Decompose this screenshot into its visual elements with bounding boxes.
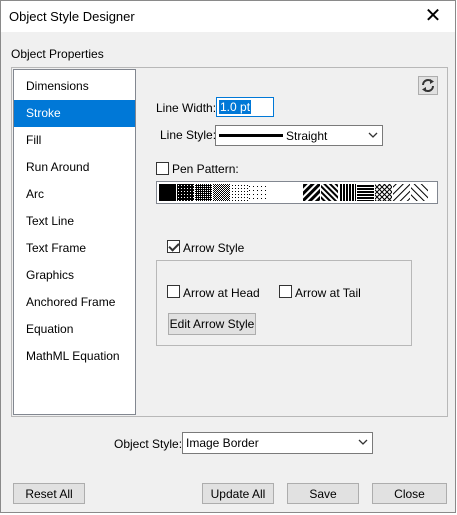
close-icon[interactable]: ✕ — [419, 4, 447, 28]
pen-pattern-label: Pen Pattern: — [172, 162, 239, 176]
object-style-label: Object Style: — [114, 437, 183, 451]
refresh-icon[interactable] — [418, 76, 438, 95]
arrow-at-tail-checkbox[interactable] — [279, 285, 292, 298]
arrow-at-head-label: Arrow at Head — [183, 286, 260, 300]
object-style-value: Image Border — [186, 436, 259, 450]
sidebar: Dimensions Stroke Fill Run Around Arc Te… — [13, 69, 136, 415]
chevron-down-icon — [368, 132, 378, 138]
pen-pattern-swatches — [159, 184, 428, 201]
sidebar-item-stroke[interactable]: Stroke — [14, 100, 135, 127]
arrow-style-group: Arrow at Head Arrow at Tail Edit Arrow S… — [156, 260, 412, 346]
sidebar-item-anchored-frame[interactable]: Anchored Frame — [14, 289, 135, 316]
title-bar: Object Style Designer ✕ — [1, 1, 455, 32]
sidebar-item-fill[interactable]: Fill — [14, 127, 135, 154]
sidebar-item-equation[interactable]: Equation — [14, 316, 135, 343]
sidebar-item-text-frame[interactable]: Text Frame — [14, 235, 135, 262]
sidebar-item-arc[interactable]: Arc — [14, 181, 135, 208]
window-title: Object Style Designer — [9, 9, 135, 24]
object-properties-label: Object Properties — [11, 47, 104, 61]
pen-pattern-strip[interactable] — [156, 181, 438, 204]
object-style-designer-dialog: Object Style Designer ✕ Object Propertie… — [0, 0, 456, 513]
reset-all-button[interactable]: Reset All — [13, 483, 85, 504]
arrow-at-head-checkbox[interactable] — [167, 285, 180, 298]
sidebar-item-dimensions[interactable]: Dimensions — [14, 73, 135, 100]
line-width-value: 1.0 pt — [219, 100, 252, 114]
line-style-label: Line Style: — [160, 128, 217, 142]
sidebar-item-graphics[interactable]: Graphics — [14, 262, 135, 289]
pen-pattern-checkbox[interactable] — [156, 162, 169, 175]
line-style-value: Straight — [286, 129, 328, 143]
arrow-at-tail-label: Arrow at Tail — [295, 286, 361, 300]
save-button[interactable]: Save — [287, 483, 359, 504]
sidebar-item-text-line[interactable]: Text Line — [14, 208, 135, 235]
edit-arrow-style-button[interactable]: Edit Arrow Style — [168, 313, 256, 335]
update-all-button[interactable]: Update All — [202, 483, 274, 504]
close-button[interactable]: Close — [372, 483, 447, 504]
stroke-panel: Line Width: 1.0 pt Line Style: Straight … — [137, 69, 446, 415]
sidebar-item-run-around[interactable]: Run Around — [14, 154, 135, 181]
line-style-preview — [219, 134, 283, 137]
arrow-style-label: Arrow Style — [183, 241, 245, 255]
chevron-down-icon — [358, 439, 368, 445]
arrow-style-checkbox[interactable] — [167, 240, 180, 253]
line-width-label: Line Width: — [156, 101, 217, 115]
line-style-select[interactable]: Straight — [215, 125, 383, 146]
line-width-input[interactable]: 1.0 pt — [216, 97, 274, 117]
object-style-select[interactable]: Image Border — [182, 432, 373, 454]
sidebar-item-mathml-equation[interactable]: MathML Equation — [14, 343, 135, 370]
